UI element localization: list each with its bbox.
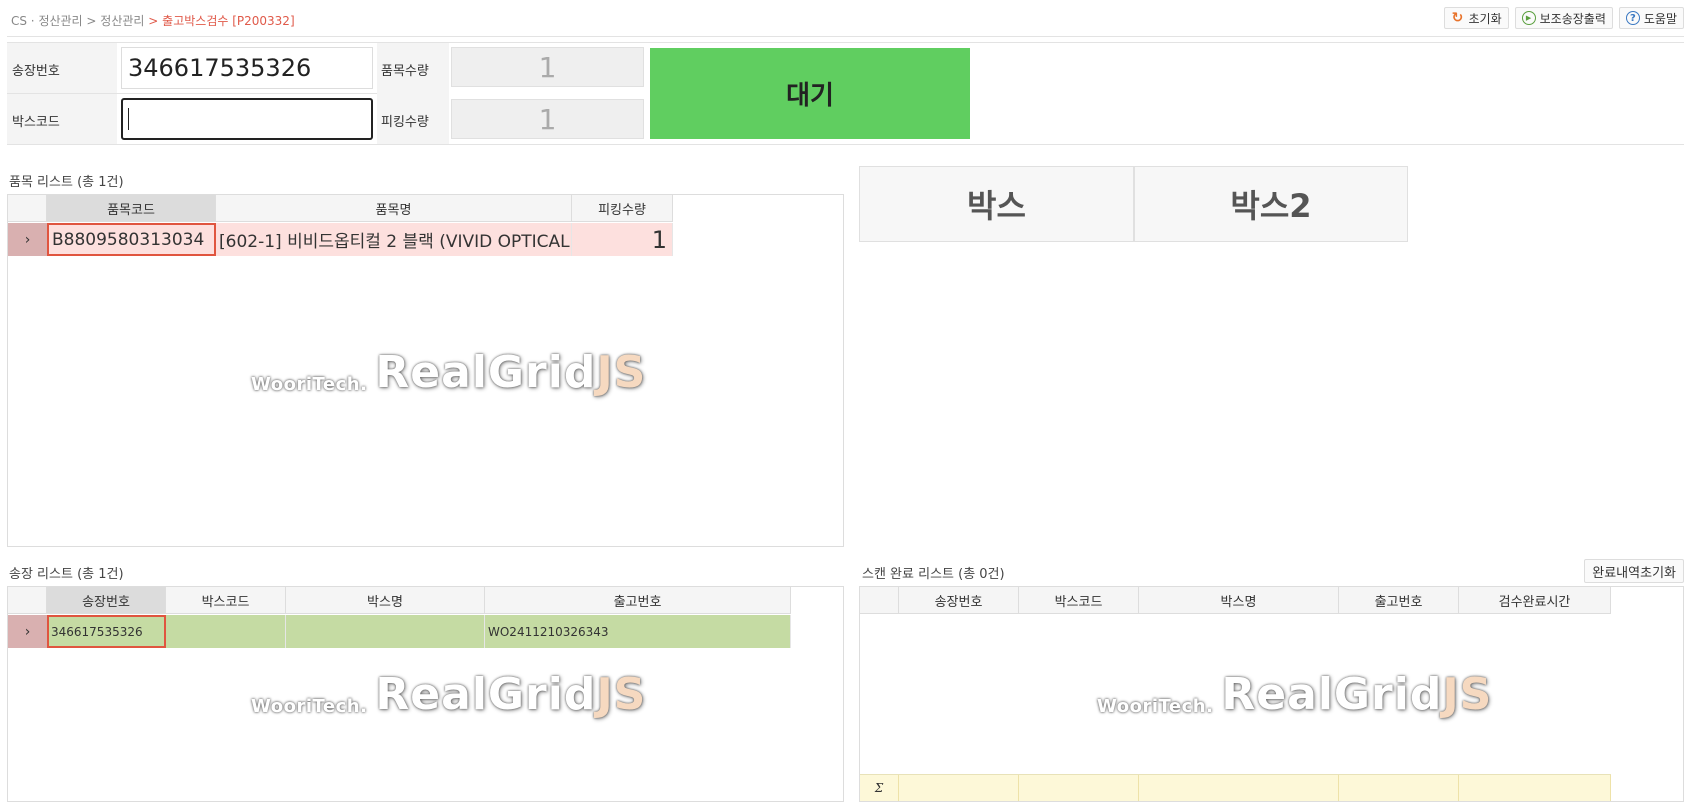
watermark-main: RealGrid bbox=[375, 347, 597, 398]
watermark-small: WooriTech. bbox=[251, 696, 368, 717]
invoice-number-field[interactable]: 346617535326 bbox=[121, 47, 373, 89]
reset-label: 초기화 bbox=[1468, 11, 1502, 26]
grid-header: 품목코드 품목명 피킹수량 bbox=[8, 195, 673, 222]
help-label: 도움말 bbox=[1643, 11, 1677, 26]
row-indicator-icon: › bbox=[8, 615, 47, 648]
item-grid[interactable]: 품목코드 품목명 피킹수량 › B8809580313034 [602-1] 비… bbox=[7, 194, 844, 547]
cell-picking-qty[interactable]: 1 bbox=[572, 223, 673, 256]
watermark: WooriTech. RealGridJS bbox=[251, 351, 646, 396]
breadcrumb-separator: > bbox=[82, 14, 101, 28]
column-header[interactable]: 출고번호 bbox=[1339, 587, 1459, 613]
breadcrumb: CS · 정산관리 > 정산관리 > 출고박스검수 [P200332] bbox=[11, 12, 295, 29]
watermark-main: RealGrid bbox=[375, 669, 597, 720]
watermark: WooriTech. RealGridJS bbox=[251, 673, 646, 718]
header-corner bbox=[860, 587, 899, 613]
column-header[interactable]: 송장번호 bbox=[899, 587, 1019, 613]
item-list-title: 품목 리스트 (총 1건) bbox=[9, 175, 124, 190]
footer-cell bbox=[1019, 775, 1139, 801]
sum-icon: Σ bbox=[860, 775, 899, 801]
column-header[interactable]: 출고번호 bbox=[485, 587, 791, 613]
item-qty-label: 품목수량 bbox=[381, 64, 429, 79]
watermark-small: WooriTech. bbox=[251, 374, 368, 395]
watermark-suffix: JS bbox=[596, 347, 647, 398]
invoice-label: 송장번호 bbox=[12, 64, 60, 79]
column-header[interactable]: 박스코드 bbox=[1019, 587, 1139, 613]
help-button[interactable]: ? 도움말 bbox=[1618, 7, 1684, 29]
header-corner bbox=[8, 587, 47, 613]
print-sub-invoice-button[interactable]: ▶ 보조송장출력 bbox=[1514, 7, 1613, 29]
table-row[interactable]: › B8809580313034 [602-1] 비비드옵티컬 2 블랙 (VI… bbox=[8, 223, 673, 256]
grid-header: 송장번호 박스코드 박스명 출고번호 검수완료시간 bbox=[860, 587, 1611, 614]
watermark-main: RealGrid bbox=[1221, 669, 1443, 720]
watermark-suffix: JS bbox=[596, 669, 647, 720]
boxcode-input[interactable] bbox=[121, 98, 373, 140]
breadcrumb-item[interactable]: CS · 정산관리 bbox=[11, 14, 83, 28]
cell-boxcode[interactable] bbox=[166, 615, 286, 648]
question-icon: ? bbox=[1625, 11, 1640, 25]
column-header[interactable]: 송장번호 bbox=[47, 587, 166, 613]
column-header[interactable]: 박스코드 bbox=[166, 587, 286, 613]
watermark-big: RealGridJS bbox=[1221, 673, 1492, 717]
cell-item-code[interactable]: B8809580313034 bbox=[47, 223, 216, 256]
cell-item-name[interactable]: [602-1] 비비드옵티컬 2 블랙 (VIVID OPTICAL bbox=[216, 223, 572, 256]
grid-header: 송장번호 박스코드 박스명 출고번호 bbox=[8, 587, 791, 614]
column-header[interactable]: 검수완료시간 bbox=[1459, 587, 1611, 613]
grid-footer: Σ bbox=[860, 774, 1611, 801]
watermark-big: RealGridJS bbox=[375, 673, 646, 717]
text-cursor bbox=[128, 108, 129, 130]
status-indicator: 대기 bbox=[650, 48, 970, 139]
divider bbox=[7, 36, 1684, 37]
box-button-2[interactable]: 박스2 bbox=[1134, 166, 1408, 242]
invoice-list-title: 송장 리스트 (총 1건) bbox=[9, 567, 124, 582]
watermark-small: WooriTech. bbox=[1097, 696, 1214, 717]
footer-cell bbox=[1139, 775, 1339, 801]
column-header[interactable]: 박스명 bbox=[1139, 587, 1339, 613]
play-icon: ▶ bbox=[1521, 11, 1536, 25]
breadcrumb-separator: > bbox=[144, 14, 163, 28]
scan-list-title: 스캔 완료 리스트 (총 0건) bbox=[862, 567, 1005, 582]
column-header[interactable]: 품목명 bbox=[216, 195, 572, 221]
breadcrumb-item[interactable]: 정산관리 bbox=[100, 14, 144, 28]
picking-qty-field: 1 bbox=[451, 99, 644, 139]
reset-button[interactable]: ↻ 초기화 bbox=[1443, 7, 1509, 29]
cell-invoice[interactable]: 346617535326 bbox=[47, 615, 166, 648]
clear-history-button[interactable]: 완료내역초기화 bbox=[1584, 559, 1684, 583]
footer-cell bbox=[899, 775, 1019, 801]
scan-grid[interactable]: 송장번호 박스코드 박스명 출고번호 검수완료시간 WooriTech. Rea… bbox=[859, 586, 1684, 802]
cell-release-no[interactable]: WO2411210326343 bbox=[485, 615, 791, 648]
box-button-1[interactable]: 박스 bbox=[859, 166, 1134, 242]
item-qty-field: 1 bbox=[451, 47, 644, 87]
top-toolbar: ↻ 초기화 ▶ 보조송장출력 ? 도움말 bbox=[1443, 7, 1684, 29]
header-corner bbox=[8, 195, 47, 221]
footer-cell bbox=[1459, 775, 1611, 801]
watermark-big: RealGridJS bbox=[375, 351, 646, 395]
breadcrumb-current: 출고박스검수 [P200332] bbox=[162, 14, 295, 28]
row-indicator-icon: › bbox=[8, 223, 47, 256]
invoice-grid[interactable]: 송장번호 박스코드 박스명 출고번호 › 346617535326 WO2411… bbox=[7, 586, 844, 802]
boxcode-label: 박스코드 bbox=[12, 115, 60, 130]
column-header[interactable]: 박스명 bbox=[286, 587, 485, 613]
cell-boxname[interactable] bbox=[286, 615, 485, 648]
print-label: 보조송장출력 bbox=[1539, 11, 1606, 26]
watermark-suffix: JS bbox=[1442, 669, 1493, 720]
table-row[interactable]: › 346617535326 WO2411210326343 bbox=[8, 615, 791, 648]
column-header[interactable]: 품목코드 bbox=[47, 195, 216, 221]
picking-qty-label: 피킹수량 bbox=[381, 115, 429, 130]
footer-cell bbox=[1339, 775, 1459, 801]
column-header[interactable]: 피킹수량 bbox=[572, 195, 673, 221]
refresh-icon: ↻ bbox=[1451, 10, 1464, 26]
watermark: WooriTech. RealGridJS bbox=[1097, 673, 1492, 718]
